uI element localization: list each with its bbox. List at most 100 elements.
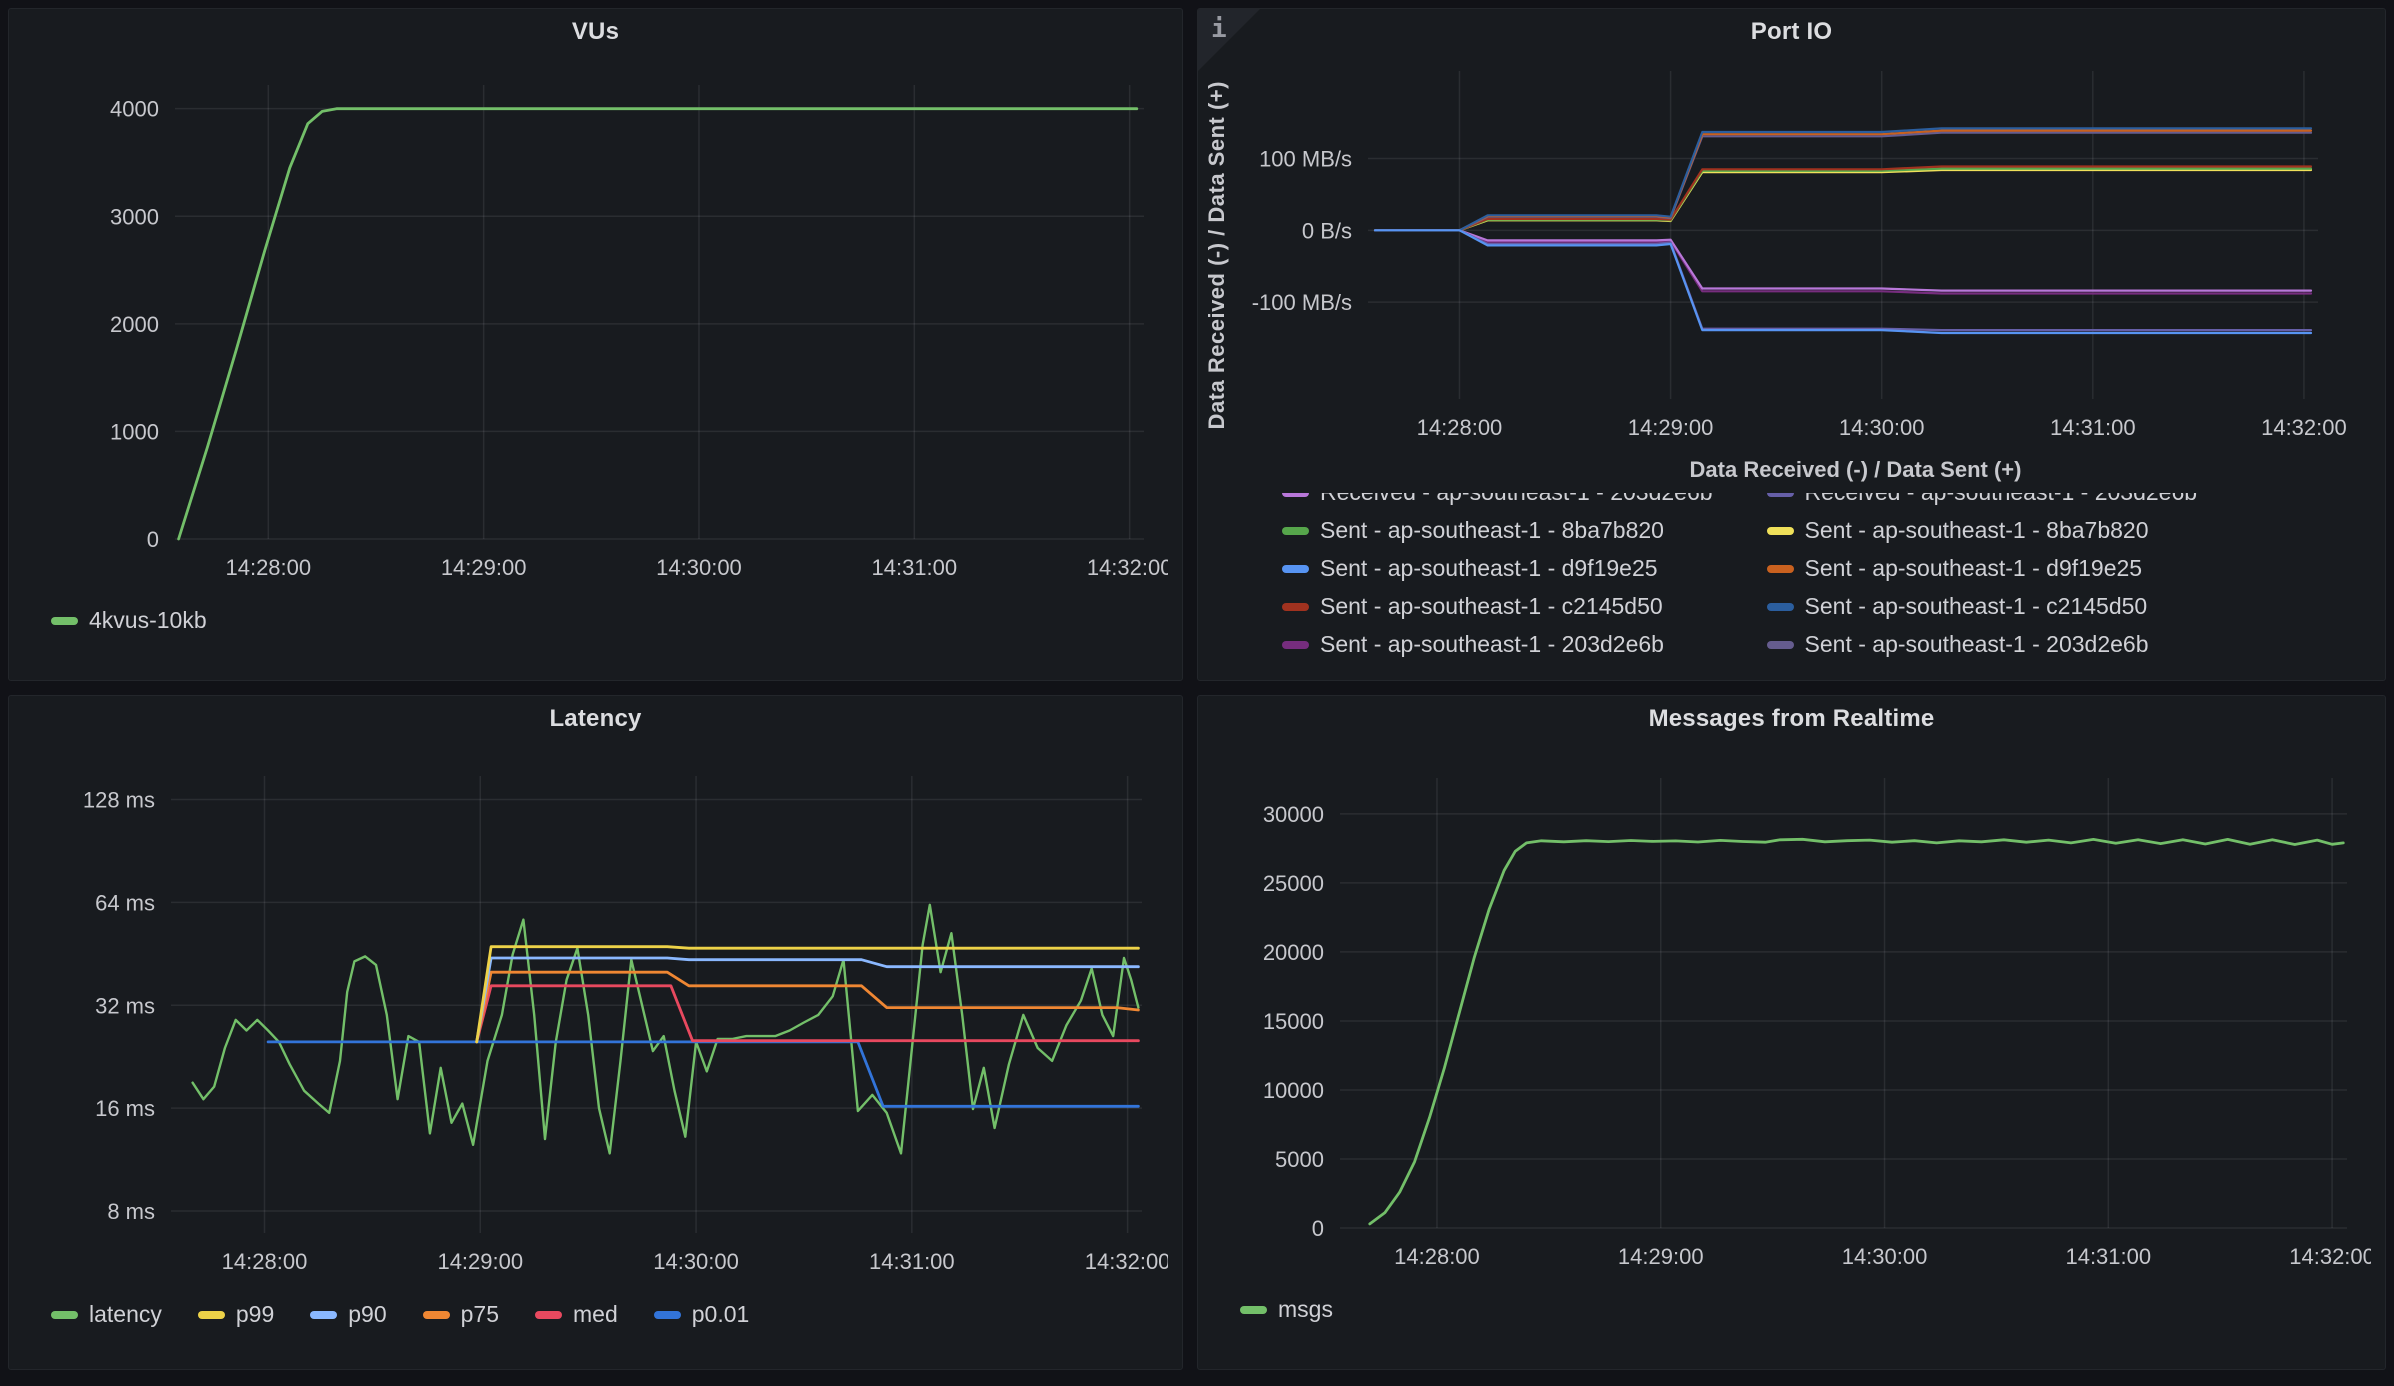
legend-label: Sent - ap-southeast-1 - 203d2e6b [1320,631,1664,658]
messages-chart[interactable]: 14:28:0014:29:0014:30:0014:31:0014:32:00… [1212,742,2371,1292]
legend-item[interactable]: Sent - ap-southeast-1 - 8ba7b820 [1282,517,1713,544]
panel-title-port-io[interactable]: Port IO [1198,9,2385,55]
y-tick-label: 0 B/s [1302,218,1352,243]
x-tick-label: 14:32:00 [1085,1249,1168,1274]
legend-swatch-icon [1282,565,1309,573]
series-msgs [1370,839,2344,1224]
legend-swatch-icon [310,1311,337,1319]
panel-vus: VUs 14:28:0014:29:0014:30:0014:31:0014:3… [8,8,1183,681]
legend-item[interactable]: Sent - ap-southeast-1 - 8ba7b820 [1767,517,2198,544]
series-latency [193,905,1139,1154]
y-tick-label: 32 ms [95,993,155,1018]
legend-item[interactable]: Sent - ap-southeast-1 - 203d2e6b [1767,631,2198,658]
x-tick-label: 14:28:00 [1417,415,1503,440]
legend-swatch-icon [1240,1306,1267,1314]
legend-label: Sent - ap-southeast-1 - 8ba7b820 [1805,517,2149,544]
legend-item[interactable]: p99 [198,1301,274,1328]
legend-item[interactable]: Received - ap-southeast-1 - 203d2e6b [1767,493,2198,506]
x-tick-label: 14:31:00 [871,555,957,580]
vus-chart[interactable]: 14:28:0014:29:0014:30:0014:31:0014:32:00… [23,55,1168,603]
legend-label: p75 [461,1301,499,1328]
legend-item[interactable]: p75 [423,1301,499,1328]
port-io-x-axis-title: Data Received (-) / Data Sent (+) [1326,457,2385,483]
panel-title-vus[interactable]: VUs [9,9,1182,55]
legend-item[interactable]: Sent - ap-southeast-1 - 203d2e6b [1282,631,1713,658]
panel-latency: Latency 14:28:0014:29:0014:30:0014:31:00… [8,695,1183,1370]
info-icon[interactable]: i [1211,16,1227,42]
y-tick-label: 0 [147,527,159,552]
legend-swatch-icon [1767,641,1794,649]
legend-swatch-icon [1282,641,1309,649]
legend-label: Sent - ap-southeast-1 - c2145d50 [1320,593,1663,620]
panel-title-messages[interactable]: Messages from Realtime [1198,696,2385,742]
series-Sent - ap-southeast-1 - c2145d50 (dark blue) [1375,128,2311,230]
legend-item[interactable]: Received - ap-southeast-1 - 203d2e6b [1282,493,1713,506]
legend-item[interactable]: Sent - ap-southeast-1 - d9f19e25 [1282,555,1713,582]
legend-label: latency [89,1301,162,1328]
legend-swatch-icon [654,1311,681,1319]
y-tick-label: -100 MB/s [1252,290,1352,315]
grafana-dashboard: VUs 14:28:00 14:29:00 14:30:00 14:31:00 14:3… [0,0,2394,1386]
x-tick-label: 14:31:00 [2050,415,2136,440]
x-tick-label: 14:29:00 [1618,1244,1704,1269]
y-tick-label: 8 ms [107,1199,155,1224]
legend-item[interactable]: 4kvus-10kb [51,607,207,634]
series-p90 [477,958,1139,1042]
legend-item[interactable]: Sent - ap-southeast-1 - c2145d50 [1282,593,1713,620]
port-io-main: 14:28:0014:29:0014:30:0014:31:0014:32:00… [1236,55,2385,680]
y-tick-label: 1000 [110,419,159,444]
y-tick-label: 128 ms [83,788,155,813]
port-io-chart[interactable]: 14:28:0014:29:0014:30:0014:31:0014:32:00… [1236,55,2346,455]
x-tick-label: 14:29:00 [437,1249,523,1274]
legend-swatch-icon [51,1311,78,1319]
legend-label: msgs [1278,1296,1333,1323]
legend-label: 4kvus-10kb [89,607,207,634]
x-tick-label: 14:30:00 [1842,1244,1928,1269]
latency-legend: latency p99 p90 p75 med p0.01 [51,1301,1182,1328]
legend-item[interactable]: latency [51,1301,162,1328]
series-Received - ap-southeast-1 - 203d2e6b (light purple) [1375,230,2311,290]
x-tick-label: 14:28:00 [1394,1244,1480,1269]
legend-item[interactable]: Sent - ap-southeast-1 - d9f19e25 [1767,555,2198,582]
x-tick-label: 14:29:00 [1628,415,1714,440]
legend-swatch-icon [1282,603,1309,611]
legend-swatch-icon [423,1311,450,1319]
y-tick-label: 64 ms [95,890,155,915]
panel-port-io: i Port IO Data Received (-) / Data Sent … [1197,8,2386,681]
legend-label: Received - ap-southeast-1 - 203d2e6b [1805,493,2198,506]
series-med [477,986,1139,1042]
legend-item[interactable]: p0.01 [654,1301,750,1328]
legend-label: Sent - ap-southeast-1 - 8ba7b820 [1320,517,1664,544]
port-io-y-axis-title: Data Received (-) / Data Sent (+) [1198,61,1236,429]
x-tick-label: 14:32:00 [2261,415,2346,440]
legend-item[interactable]: msgs [1240,1296,1333,1323]
x-tick-label: 14:32:00 [2289,1244,2371,1269]
y-tick-label: 4000 [110,97,159,122]
y-tick-label: 100 MB/s [1259,147,1352,172]
y-tick-label: 25000 [1263,871,1324,896]
y-tick-label: 10000 [1263,1078,1324,1103]
vus-legend: 4kvus-10kb [51,607,1182,634]
y-tick-label: 0 [1312,1216,1324,1241]
legend-label: med [573,1301,618,1328]
legend-swatch-icon [1767,493,1794,497]
legend-swatch-icon [1767,527,1794,535]
legend-swatch-icon [1282,527,1309,535]
x-tick-label: 14:31:00 [869,1249,955,1274]
legend-item[interactable]: p90 [310,1301,386,1328]
y-tick-label: 16 ms [95,1096,155,1121]
legend-swatch-icon [198,1311,225,1319]
x-tick-label: 14:32:00 [1087,555,1168,580]
latency-chart[interactable]: 14:28:0014:29:0014:30:0014:31:0014:32:00… [23,742,1168,1297]
panel-info-corner [1198,9,1260,71]
y-tick-label: 3000 [110,204,159,229]
series-Sent - ap-southeast-1 - 8ba7b820 (yellow) [1375,170,2311,230]
y-tick-label: 5000 [1275,1147,1324,1172]
legend-swatch-icon [1767,565,1794,573]
series-p75 [477,972,1139,1042]
y-tick-label: 30000 [1263,802,1324,827]
legend-item[interactable]: Sent - ap-southeast-1 - c2145d50 [1767,593,2198,620]
panel-title-latency[interactable]: Latency [9,696,1182,742]
legend-item[interactable]: med [535,1301,618,1328]
y-tick-label: 2000 [110,312,159,337]
